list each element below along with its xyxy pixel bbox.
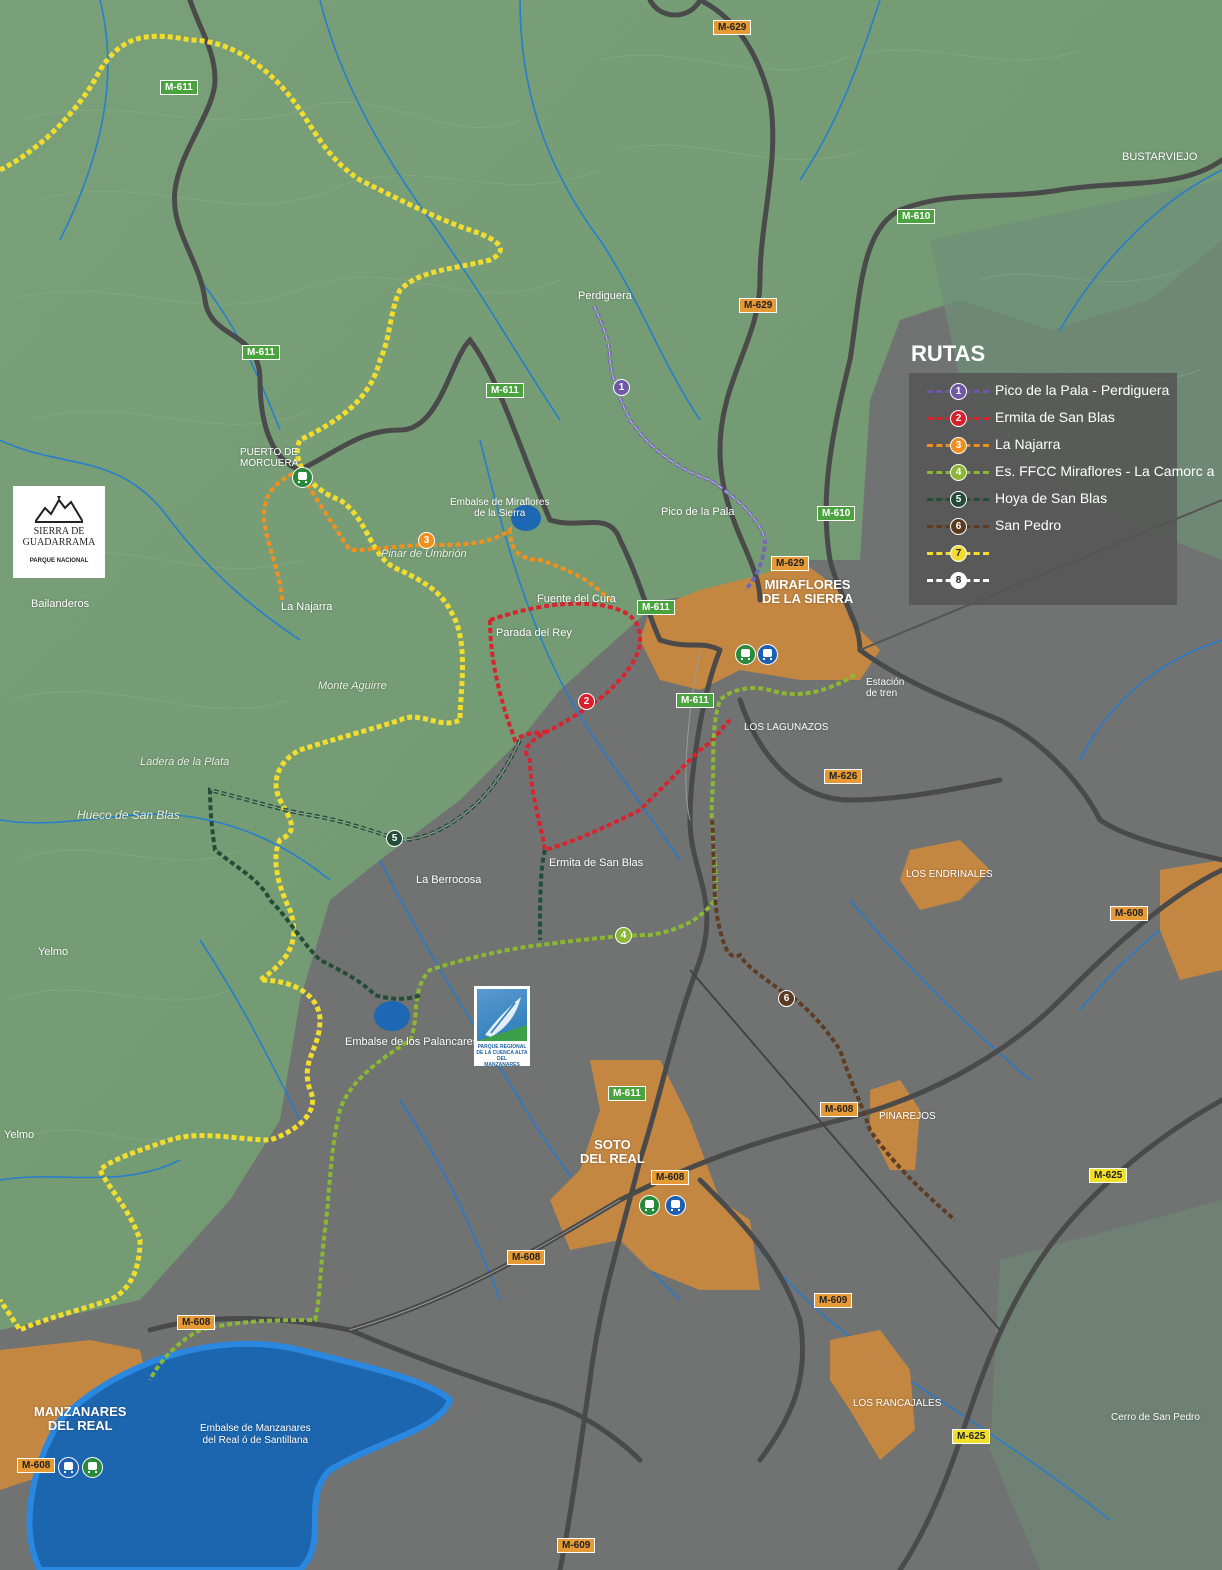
- mountain-area-southeast: [990, 1200, 1222, 1570]
- parque-regional-logo: PARQUE REGIONAL DE LA CUENCA ALTA DEL MA…: [474, 986, 530, 1068]
- legend-label: Es. FFCC Miraflores - La Camorc a: [995, 463, 1215, 479]
- road-label: M-608: [177, 1315, 216, 1330]
- road-label: M-611: [608, 1086, 646, 1101]
- mountain-icon: [35, 496, 83, 523]
- legend-row[interactable]: 2 Ermita de San Blas: [927, 408, 1177, 428]
- legend-number: 4: [950, 464, 967, 481]
- legend-number: 8: [950, 572, 967, 589]
- route-marker-3[interactable]: 3: [418, 532, 435, 549]
- legend-label: Pico de la Pala - Perdiguera: [995, 382, 1170, 398]
- road-label: M-608: [17, 1458, 56, 1473]
- place-label: La Najarra: [281, 601, 333, 613]
- legend-row[interactable]: 5 Hoya de San Blas: [927, 489, 1177, 509]
- legend-number: 6: [950, 518, 967, 535]
- logo-text: PARQUE REGIONAL DE LA CUENCA ALTA DEL MA…: [476, 1044, 528, 1068]
- place-label: Fuente del Cura: [537, 593, 616, 605]
- road-label: M-611: [160, 80, 198, 95]
- route-marker-5[interactable]: 5: [386, 830, 403, 847]
- road-label: M-625: [1089, 1168, 1128, 1183]
- train-icon[interactable]: [735, 644, 756, 665]
- road-label: M-610: [897, 209, 936, 224]
- leaf-icon: [477, 989, 527, 1041]
- place-label: BUSTARVIEJO: [1122, 151, 1198, 163]
- legend-label: Ermita de San Blas: [995, 409, 1115, 425]
- place-label: Pinar de Umbrión: [381, 548, 467, 560]
- parque-nacional-logo: SIERRA DE GUADARRAMA PARQUE NACIONAL: [13, 486, 105, 578]
- road-label: M-610: [817, 506, 856, 521]
- legend-number: 1: [950, 383, 967, 400]
- road-label: M-625: [952, 1429, 991, 1444]
- legend-row[interactable]: 7: [927, 543, 1177, 563]
- road-label: M-609: [557, 1538, 596, 1553]
- road-label: M-611: [676, 693, 714, 708]
- legend-number: 7: [950, 545, 967, 562]
- road-label: M-629: [771, 556, 810, 571]
- route-marker-2[interactable]: 2: [578, 693, 595, 710]
- legend-label: La Najarra: [995, 436, 1061, 452]
- place-label: Embalse de Manzanares del Real ó de Sant…: [200, 1423, 311, 1446]
- logo-subtitle: PARQUE NACIONAL: [29, 558, 89, 564]
- road-label: M-611: [486, 383, 524, 398]
- legend-label: Hoya de San Blas: [995, 490, 1108, 506]
- legend-row[interactable]: 6 San Pedro: [927, 516, 1177, 536]
- road-label: M-608: [651, 1170, 690, 1185]
- legend-row[interactable]: 3 La Najarra: [927, 435, 1177, 455]
- legend-row[interactable]: 4 Es. FFCC Miraflores - La Camorc a: [927, 462, 1214, 482]
- road-label: M-626: [824, 769, 863, 784]
- place-label: LOS LAGUNAZOS: [744, 722, 829, 733]
- bus-icon[interactable]: [58, 1457, 79, 1478]
- bus-icon[interactable]: [665, 1195, 686, 1216]
- legend-row[interactable]: 8: [927, 570, 1177, 590]
- logo-name: SIERRA DE GUADARRAMA: [22, 526, 96, 548]
- train-icon[interactable]: [639, 1195, 660, 1216]
- legend-row[interactable]: 1 Pico de la Pala - Perdiguera: [927, 381, 1177, 401]
- place-label: PINAREJOS: [879, 1111, 936, 1122]
- place-label: Cerro de San Pedro: [1111, 1412, 1200, 1423]
- road-label: M-611: [242, 345, 280, 360]
- legend-label: San Pedro: [995, 517, 1062, 533]
- place-label: La Berrocosa: [416, 874, 482, 886]
- place-label: LOS ENDRINALES: [906, 869, 993, 880]
- place-label: Monte Aguirre: [318, 680, 387, 692]
- road-label: M-611: [637, 600, 675, 615]
- route-map[interactable]: RUTAS 1 Pico de la Pala - Perdiguera 2 Ermi…: [0, 0, 1222, 1570]
- bus-icon[interactable]: [757, 644, 778, 665]
- train-icon[interactable]: [292, 467, 313, 488]
- legend: 1 Pico de la Pala - Perdiguera 2 Ermita de …: [909, 373, 1214, 605]
- legend-number: 5: [950, 491, 967, 508]
- legend-number: 2: [950, 410, 967, 427]
- place-label: PUERTO DE MORCUERA: [240, 447, 299, 469]
- road-label: M-608: [507, 1250, 546, 1265]
- place-label: LOS RANCAJALES: [853, 1398, 942, 1409]
- route-marker-4[interactable]: 4: [615, 927, 632, 944]
- place-label: SOTO DEL REAL: [580, 1137, 645, 1166]
- place-label: Embalse de Miraflores de la Sierra: [450, 497, 550, 519]
- place-label: Bailanderos: [31, 598, 90, 610]
- place-label: Pico de la Pala: [661, 506, 735, 518]
- legend-number: 3: [950, 437, 967, 454]
- route-marker-1[interactable]: 1: [613, 379, 630, 396]
- route-marker-6[interactable]: 6: [778, 990, 795, 1007]
- road-label: M-629: [739, 298, 778, 313]
- legend-title: RUTAS: [911, 341, 986, 366]
- place-label: Perdiguera: [578, 290, 632, 302]
- place-label: Estación de tren: [866, 677, 905, 699]
- reservoir-palancares: [374, 1001, 410, 1031]
- place-label: Parada del Rey: [496, 627, 572, 639]
- place-label: Ladera de la Plata: [140, 756, 230, 768]
- place-label: Embalse de los Palancares: [345, 1036, 479, 1048]
- place-label: Hueco de San Blas: [77, 808, 180, 822]
- place-label: Yelmo: [38, 946, 69, 958]
- place-label: MANZANARES DEL REAL: [34, 1404, 127, 1433]
- train-icon[interactable]: [82, 1457, 103, 1478]
- road-label: M-608: [1110, 906, 1149, 921]
- road-label: M-608: [820, 1102, 859, 1117]
- place-label: Yelmo: [4, 1129, 35, 1141]
- road-label: M-629: [713, 20, 752, 35]
- map-base: [0, 0, 1222, 1570]
- place-label: Ermita de San Blas: [549, 857, 644, 869]
- place-label: MIRAFLORES DE LA SIERRA: [762, 577, 854, 606]
- road-label: M-609: [814, 1293, 853, 1308]
